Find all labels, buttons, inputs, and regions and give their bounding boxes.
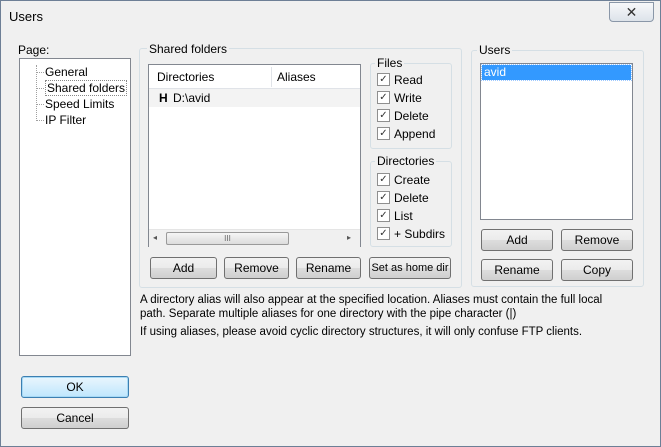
horizontal-scrollbar[interactable]: ◂ III ▸ [149,229,360,247]
ok-button[interactable]: OK [21,376,129,398]
table-row[interactable]: H D:\avid [149,89,360,107]
page-item-general[interactable]: General [45,64,88,80]
rename-folder-button[interactable]: Rename [296,257,361,279]
list-header: Directories Aliases [149,65,360,89]
close-icon: ✕ [625,4,638,20]
users-dialog: Users ✕ Page: General Shared folders Spe… [0,0,661,447]
scroll-grip-icon: III [224,234,231,243]
list-item[interactable]: avid [481,64,632,81]
add-folder-button[interactable]: Add [150,257,217,279]
cancel-button[interactable]: Cancel [21,407,129,429]
checkbox-label: Create [394,173,431,187]
page-item-label: Speed Limits [45,97,115,111]
page-item-label: Shared folders [47,81,126,95]
check-icon: ✓ [377,73,390,86]
column-header-directories[interactable]: Directories [157,70,214,84]
check-icon: ✓ [377,127,390,140]
tree-line [36,65,37,121]
check-icon: ✓ [377,227,390,240]
copy-user-button[interactable]: Copy [561,259,633,281]
remove-folder-button[interactable]: Remove [224,257,289,279]
page-item-ip-filter[interactable]: IP Filter [45,112,86,128]
title-bar: Users ✕ [1,1,660,31]
home-dir-marker: H [159,91,168,105]
checkbox-label: Write [394,91,422,105]
alias-info-line2: path. Separate multiple aliases for one … [140,308,517,320]
check-icon: ✓ [377,173,390,186]
remove-user-button[interactable]: Remove [561,229,633,251]
checkbox-label: Delete [394,109,429,123]
tree-connector [36,120,44,121]
tree-connector [36,88,44,89]
users-group-label: Users [477,43,513,57]
page-label: Page: [18,43,50,57]
check-icon: ✓ [377,191,390,204]
checkbox-label: Delete [394,191,429,205]
column-separator [271,67,272,87]
user-label: avid [484,65,507,79]
tree-connector [36,72,44,73]
checkbox-label: Read [394,73,423,87]
window-title: Users [9,9,43,24]
page-tree[interactable]: General Shared folders Speed Limits IP F… [19,58,131,356]
scroll-left-icon[interactable]: ◂ [153,233,157,242]
check-icon: ✓ [377,91,390,104]
page-item-label: General [45,65,88,79]
directories-list[interactable]: Directories Aliases H D:\avid ◂ III ▸ [148,64,361,247]
users-list[interactable]: avid [480,63,633,220]
alias-info-line1: A directory alias will also appear at th… [140,294,603,306]
scroll-thumb[interactable]: III [166,232,289,245]
directories-group-label: Directories [375,154,437,168]
checkbox-label: + Subdirs [394,227,446,241]
check-icon: ✓ [377,209,390,222]
page-item-label: IP Filter [45,113,87,127]
page-item-shared-folders[interactable]: Shared folders [45,80,128,96]
alias-info-line3: If using aliases, please avoid cyclic di… [140,326,583,338]
close-button[interactable]: ✕ [609,2,654,22]
shared-folders-group-label: Shared folders [147,42,230,56]
page-item-speed-limits[interactable]: Speed Limits [45,96,114,112]
files-group-label: Files [375,56,405,70]
add-user-button[interactable]: Add [481,229,553,251]
checkbox-label: Append [394,127,436,141]
checkbox-label: List [394,209,413,223]
tree-connector [36,104,44,105]
scroll-right-icon[interactable]: ▸ [347,233,351,242]
set-home-dir-button[interactable]: Set as home dir [369,257,451,279]
directory-cell: D:\avid [173,91,211,105]
rename-user-button[interactable]: Rename [481,259,553,281]
check-icon: ✓ [377,109,390,122]
column-header-aliases[interactable]: Aliases [277,70,316,84]
